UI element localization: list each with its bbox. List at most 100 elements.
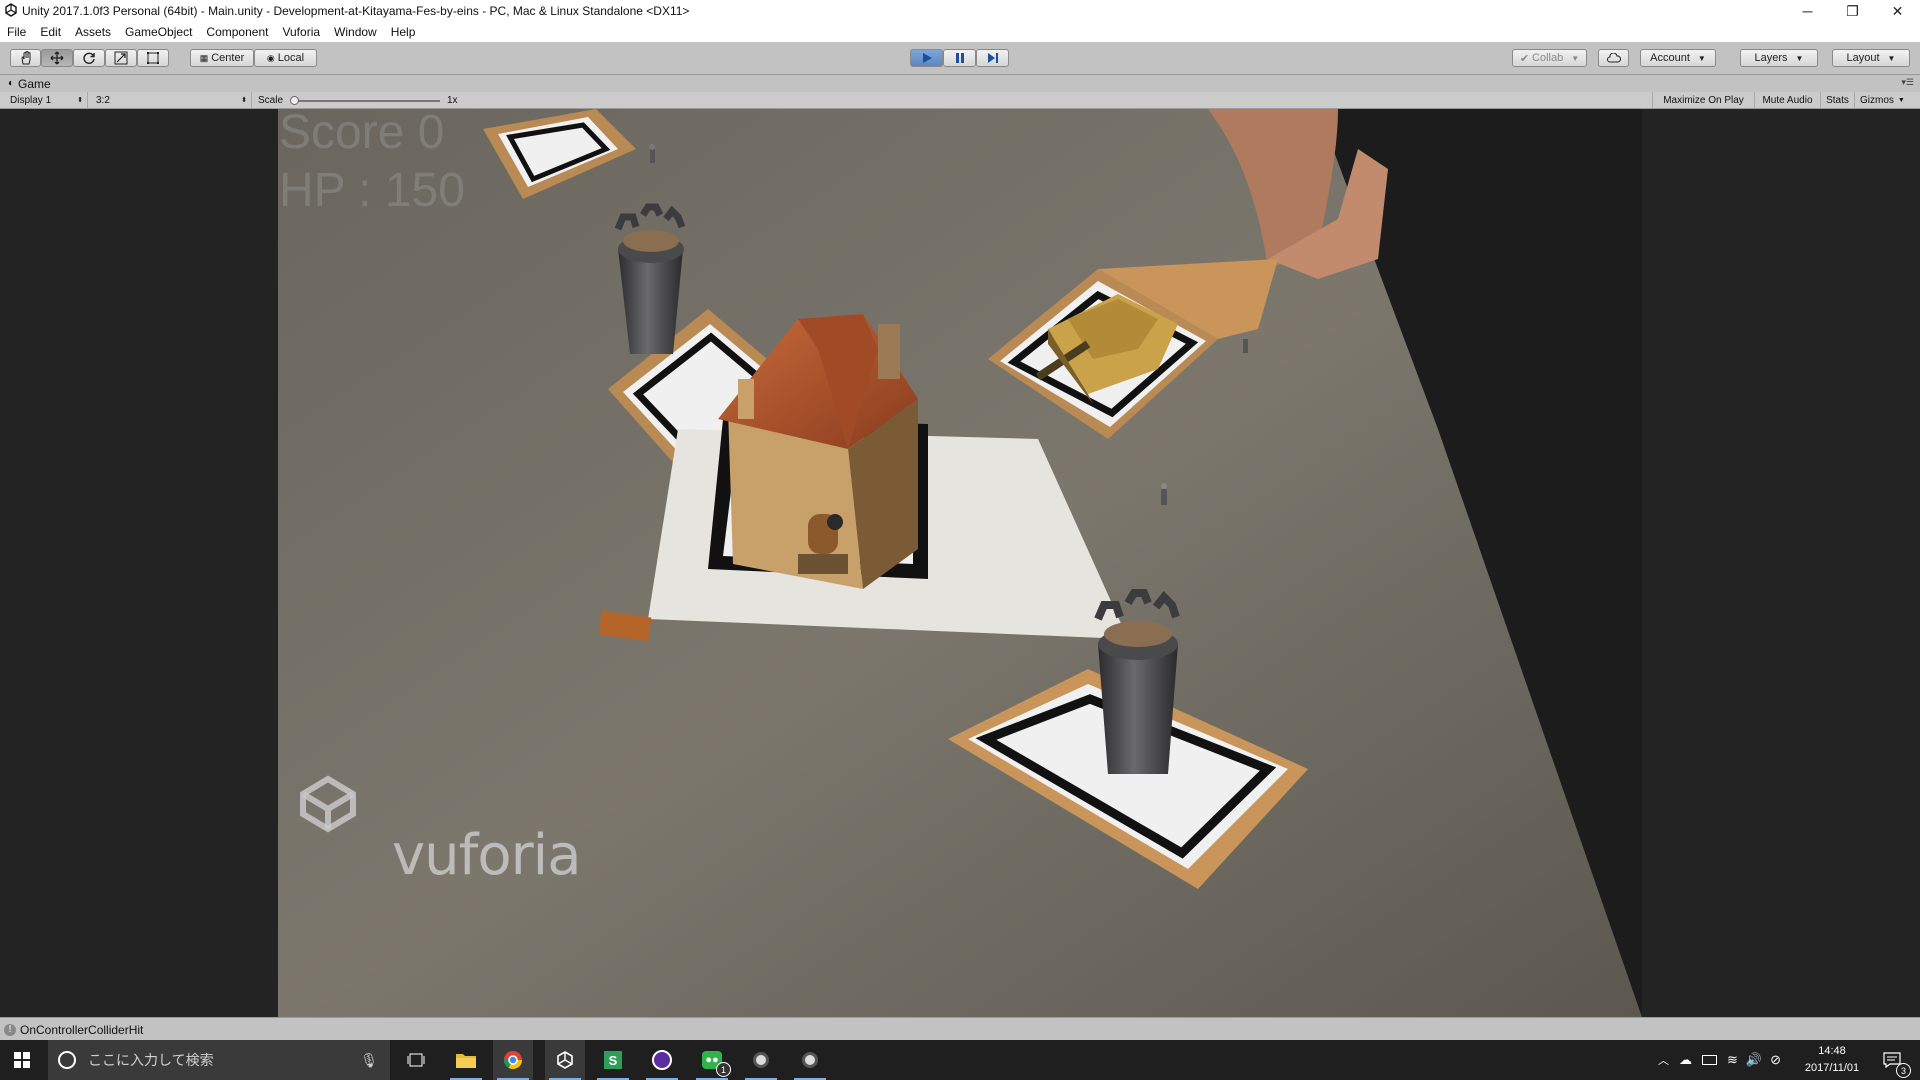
chevron-up-icon[interactable]: ︿ — [1658, 1052, 1669, 1068]
maximize-on-play-toggle[interactable]: Maximize On Play — [1652, 92, 1755, 108]
tab-game-label: Game — [18, 76, 51, 91]
layers-dropdown[interactable]: Layers ▼ — [1740, 49, 1818, 67]
window-title: Unity 2017.1.0f3 Personal (64bit) - Main… — [22, 4, 690, 18]
cloud-button[interactable] — [1598, 49, 1629, 67]
hp-text: HP : 150 — [279, 164, 465, 217]
file-explorer-button[interactable] — [446, 1040, 486, 1080]
updown-icon: ⬍ — [77, 97, 83, 104]
panel-menu-icon[interactable]: ▾☰ — [1901, 77, 1914, 88]
step-icon — [987, 53, 998, 63]
account-dropdown[interactable]: Account ▼ — [1640, 49, 1716, 67]
chrome-icon — [504, 1051, 522, 1070]
main-toolbar: ▦ Center ◉ Local ✔ Collab ▼ Account ▼ Layers ▼… — [0, 42, 1920, 75]
action-center-button[interactable]: 3 — [1870, 1040, 1914, 1080]
restore-button[interactable]: ❐ — [1830, 0, 1875, 22]
soldier-figure — [1161, 483, 1167, 505]
folder-icon — [456, 1054, 476, 1068]
line-app-button[interactable]: ●● 1 — [692, 1040, 732, 1080]
unity-taskbar-button[interactable] — [545, 1040, 585, 1080]
wifi-icon[interactable]: ≋ — [1727, 1052, 1738, 1068]
collab-check-icon: ✔ — [1519, 52, 1530, 65]
pause-button[interactable] — [943, 49, 976, 67]
menu-vuforia[interactable]: Vuforia — [275, 25, 327, 39]
chevron-down-icon: ▼ — [1697, 53, 1706, 63]
webcam-app-button-2[interactable] — [790, 1040, 830, 1080]
unity-logo-icon — [5, 3, 17, 17]
score-text: Score 0 — [279, 106, 445, 159]
no-entry-icon[interactable]: ⊘ — [1770, 1052, 1781, 1068]
taskbar-search[interactable]: ここに入力して検索 🎙 — [48, 1040, 390, 1080]
rect-tool-button[interactable] — [137, 49, 169, 67]
webcam-app-button[interactable] — [741, 1040, 781, 1080]
menu-window[interactable]: Window — [327, 25, 384, 39]
title-bar: Unity 2017.1.0f3 Personal (64bit) - Main… — [0, 0, 1920, 22]
webcam-icon — [753, 1052, 769, 1068]
chevron-down-icon: ▼ — [1887, 53, 1896, 63]
step-button[interactable] — [976, 49, 1009, 67]
console-message[interactable]: OnControllerColliderHit — [20, 1023, 143, 1037]
layout-label: Layout — [1846, 52, 1880, 64]
game-view[interactable]: Score 0 HP : 150 vuforia — [0, 106, 1920, 1017]
scale-tool-button[interactable] — [105, 49, 137, 67]
rect-icon — [147, 52, 159, 64]
menu-help[interactable]: Help — [384, 25, 423, 39]
aspect-label: 3:2 — [96, 94, 110, 106]
collab-label: Collab — [1532, 52, 1564, 64]
rotate-tool-button[interactable] — [73, 49, 105, 67]
scale-icon — [114, 51, 128, 65]
cortana-icon — [58, 1051, 76, 1069]
display-label: Display 1 — [10, 94, 52, 106]
volume-icon[interactable]: 🔊 — [1746, 1052, 1762, 1068]
space-label: Local — [277, 52, 305, 64]
menu-file[interactable]: File — [0, 25, 33, 39]
purple-app-button[interactable] — [642, 1040, 682, 1080]
display-dropdown[interactable]: Display 1 ⬍ — [0, 92, 88, 108]
start-button[interactable] — [0, 1040, 44, 1080]
menu-edit[interactable]: Edit — [33, 25, 68, 39]
chevron-down-icon: ▼ — [1795, 53, 1804, 63]
scale-value: 1x — [447, 94, 458, 106]
mute-audio-toggle[interactable]: Mute Audio — [1755, 92, 1821, 108]
local-space-icon: ◉ — [266, 52, 275, 63]
windows-taskbar: ここに入力して検索 🎙 S ●● 1 ︿ ☁ ≋ � — [0, 1040, 1920, 1080]
gizmos-dropdown[interactable]: Gizmos ▼ — [1855, 92, 1915, 108]
pivot-center-button[interactable]: ▦ Center — [190, 49, 254, 67]
play-icon — [922, 53, 932, 63]
chevron-down-icon: ▼ — [1571, 53, 1580, 63]
pivot-icon: ▦ — [199, 52, 209, 63]
tab-game[interactable]: ◐ Game — [0, 75, 51, 92]
move-tool-button[interactable] — [41, 49, 73, 67]
battery-icon[interactable] — [1702, 1055, 1717, 1065]
scale-slider-handle[interactable] — [290, 96, 299, 105]
cloud-icon — [1606, 53, 1621, 63]
task-view-icon — [407, 1053, 425, 1067]
hand-tool-button[interactable] — [10, 49, 41, 67]
system-tray: ︿ ☁ ≋ 🔊 ⊘ — [1658, 1040, 1781, 1080]
account-label: Account — [1650, 52, 1690, 64]
webcam-icon — [802, 1052, 818, 1068]
s-app-icon: S — [604, 1051, 622, 1069]
game-controller-icon: ◐ — [8, 78, 15, 89]
app-s-button[interactable]: S — [593, 1040, 633, 1080]
minimize-button[interactable]: ─ — [1785, 0, 1830, 22]
aspect-dropdown[interactable]: 3:2 ⬍ — [88, 92, 252, 108]
collab-dropdown[interactable]: ✔ Collab ▼ — [1512, 49, 1587, 67]
pivot-label: Center — [211, 52, 245, 64]
play-button[interactable] — [910, 49, 943, 67]
space-local-button[interactable]: ◉ Local — [254, 49, 317, 67]
task-view-button[interactable] — [396, 1040, 436, 1080]
microphone-icon[interactable]: 🎙 — [360, 1052, 378, 1069]
close-button[interactable]: ✕ — [1875, 0, 1920, 22]
status-bar[interactable]: ! OnControllerColliderHit — [0, 1017, 1920, 1041]
menu-component[interactable]: Component — [199, 25, 275, 39]
taskbar-clock[interactable]: 14:48 2017/11/01 — [1790, 1043, 1874, 1077]
stats-toggle[interactable]: Stats — [1821, 92, 1855, 108]
chrome-button[interactable] — [493, 1040, 533, 1080]
menu-gameobject[interactable]: GameObject — [118, 25, 199, 39]
layers-label: Layers — [1754, 52, 1788, 64]
menu-assets[interactable]: Assets — [68, 25, 118, 39]
scale-slider-track[interactable] — [294, 100, 440, 102]
layout-dropdown[interactable]: Layout ▼ — [1832, 49, 1910, 67]
chevron-down-icon: ▼ — [1897, 96, 1905, 104]
onedrive-cloud-icon[interactable]: ☁ — [1679, 1052, 1692, 1068]
